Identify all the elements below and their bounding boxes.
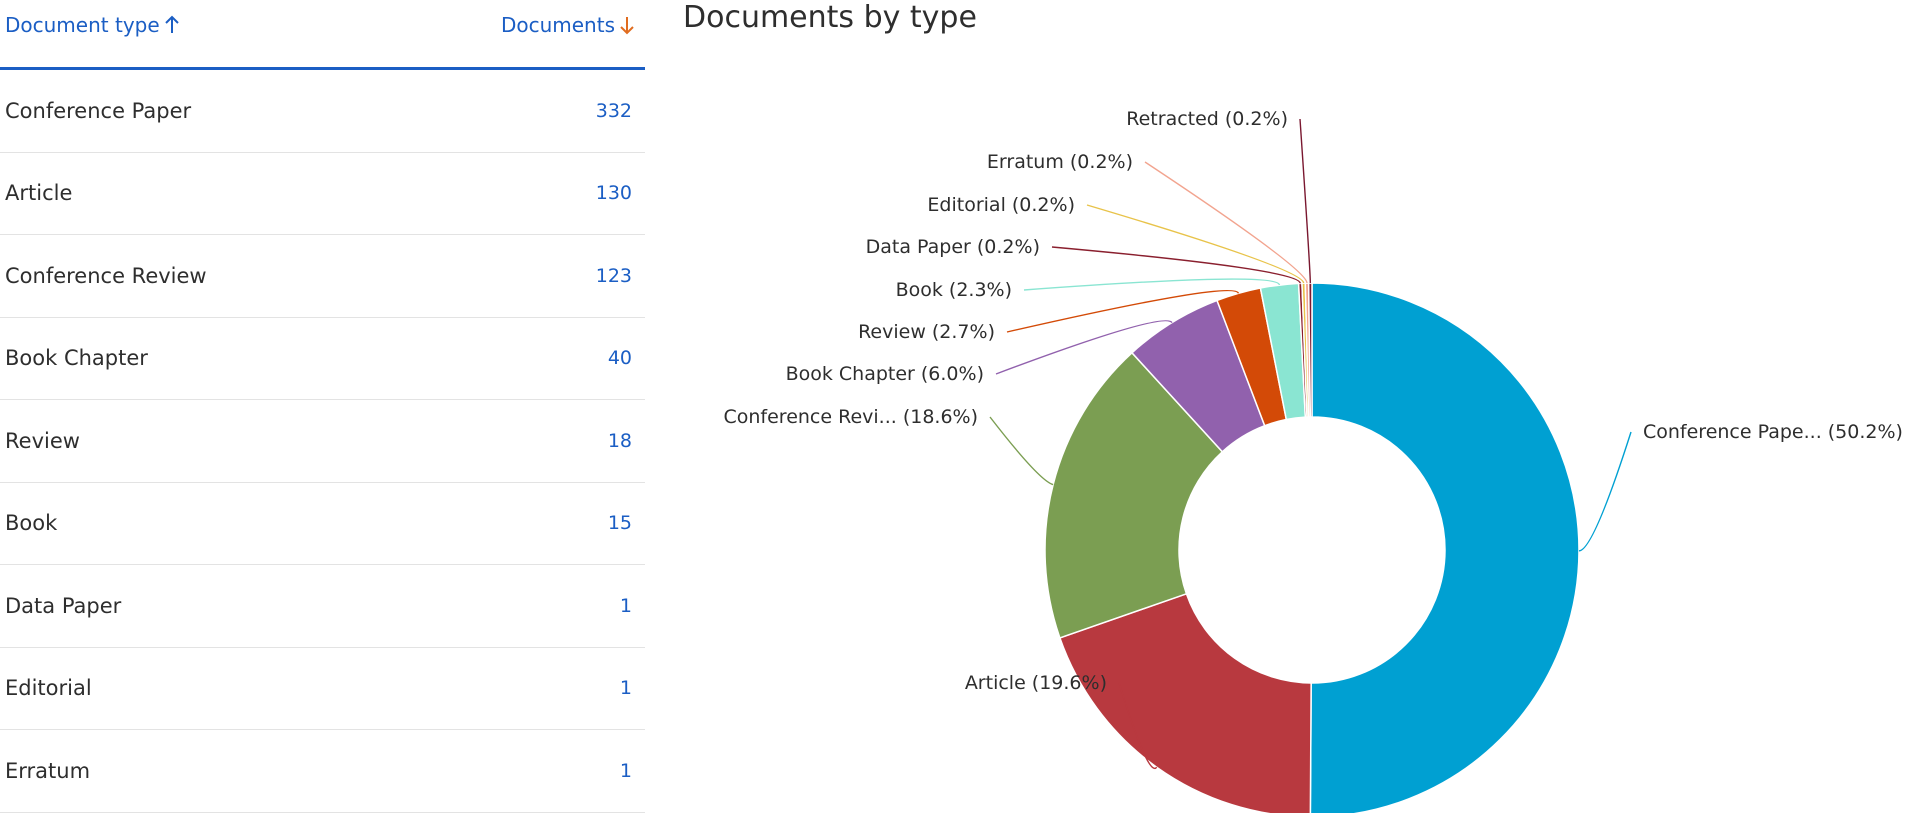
slice-label: Article (19.6%) xyxy=(965,672,1107,694)
leader-line xyxy=(1086,204,1305,284)
leader-line xyxy=(1578,431,1632,552)
slice-label: Book (2.3%) xyxy=(896,279,1012,301)
donut-chart: Conference Pape... (50.2%) Article (19.6%… xyxy=(723,108,1903,813)
slice-label: Erratum (0.2%) xyxy=(987,151,1133,173)
donut-slice[interactable] xyxy=(1058,592,1312,813)
donut-slice[interactable] xyxy=(1309,282,1580,813)
leader-line xyxy=(989,416,1054,486)
slice-label: Book Chapter (6.0%) xyxy=(786,363,984,385)
slice-label: Conference Pape... (50.2%) xyxy=(1643,421,1903,443)
leader-line xyxy=(1299,118,1312,284)
slice-label: Review (2.7%) xyxy=(858,321,995,343)
slice-label: Conference Revi... (18.6%) xyxy=(723,406,978,428)
slice-label: Editorial (0.2%) xyxy=(927,194,1075,216)
slice-label: Retracted (0.2%) xyxy=(1126,108,1288,130)
slice-label: Data Paper (0.2%) xyxy=(866,236,1040,258)
leader-line xyxy=(1023,278,1281,291)
leader-line xyxy=(1144,161,1308,284)
leader-line xyxy=(1051,246,1301,284)
